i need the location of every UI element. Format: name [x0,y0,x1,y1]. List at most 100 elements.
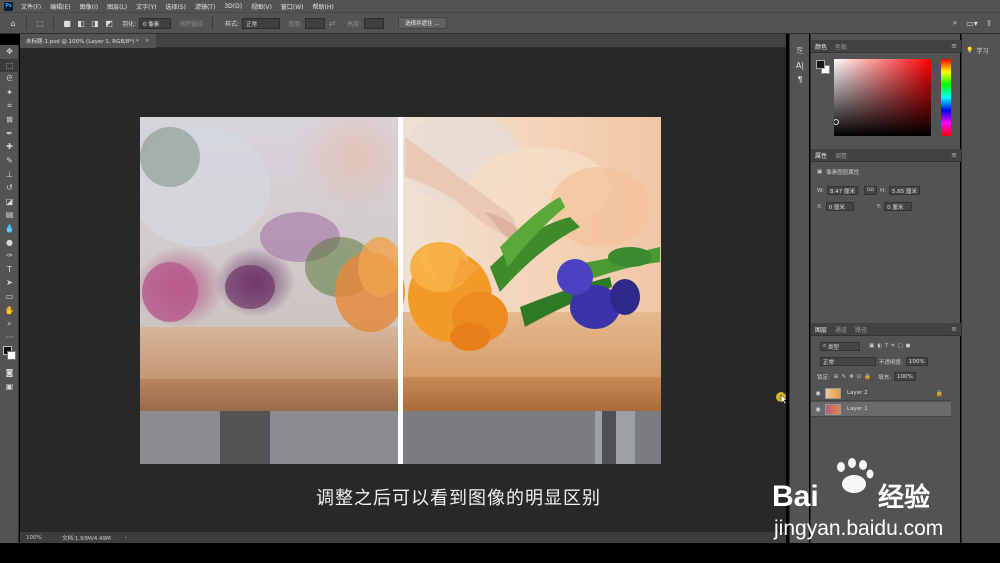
opacity-field[interactable]: 100% [905,357,928,366]
tab-layers[interactable]: 图层 [815,325,827,334]
swap-icon[interactable]: ⇄ [327,18,337,28]
blend-mode-select[interactable]: 正常 [820,357,876,366]
gradient-tool-icon[interactable]: ▤ [0,208,19,222]
path-selection-tool-icon[interactable]: ➤ [0,276,19,290]
video-subtitle: 调整之后可以看到图像的明显区别 [316,488,601,509]
color-swatches[interactable] [0,344,19,366]
y-field[interactable]: 0 厘米 [884,202,913,211]
layer-filter-icons[interactable]: ▣◐T⌗▢● [869,343,913,350]
style-select[interactable]: 正常 [242,17,281,29]
select-and-mask-button[interactable]: 选择并遮住 ... [398,17,447,29]
home-icon[interactable]: ⌂ [8,18,18,28]
tab-paths[interactable]: 路径 [855,325,867,334]
photoshop-logo-icon[interactable]: Ps [4,1,13,11]
paragraph-panel-icon[interactable]: ¶ [790,72,810,86]
pen-tool-icon[interactable]: ✑ [0,249,19,263]
document-image[interactable] [140,117,661,464]
clone-stamp-tool-icon[interactable]: ⊥ [0,167,19,181]
history-brush-tool-icon[interactable]: ↺ [0,181,19,195]
rectangle-tool-icon[interactable]: ▭ [0,290,19,304]
zoom-level[interactable]: 100% [26,535,62,541]
layer-row-layer-1[interactable]: ◉ Layer 1 [811,402,951,417]
edit-toolbar-icon[interactable]: ··· [0,330,19,344]
fill-field[interactable]: 100% [894,372,916,381]
history-panel-icon[interactable]: ⎘ [790,44,810,58]
brush-tool-icon[interactable]: ✎ [0,154,19,168]
tab-channels[interactable]: 通道 [835,325,847,334]
blur-tool-icon[interactable]: 💧 [0,222,19,236]
layer-row-layer-2[interactable]: ◉ Layer 2 🔒 [811,386,951,401]
share-icon[interactable]: ⇪ [984,18,994,28]
menu-image[interactable]: 图像(I) [80,2,98,11]
add-selection-icon[interactable]: ◧ [76,18,86,28]
tab-adjustments[interactable]: 调整 [835,151,847,160]
pixel-layer-properties-title: ▣ 像素图层属性 [817,169,860,176]
new-selection-icon[interactable]: ■ [62,18,72,28]
character-panel-icon[interactable]: A| [790,58,810,72]
hue-slider[interactable] [941,59,951,136]
tab-swatches[interactable]: 色板 [835,42,847,51]
subtract-selection-icon[interactable]: ◨ [90,18,100,28]
baidu-jingyan-watermark: Bai 经验 jingyan.baidu.com [772,458,943,540]
menu-3d[interactable]: 3D(D) [224,3,242,10]
workspace-icon[interactable]: ▭▾ [964,18,980,28]
dodge-tool-icon[interactable]: ● [0,235,19,249]
x-field[interactable]: 0 厘米 [825,202,854,211]
split-divider-line [398,117,403,464]
document-tab[interactable]: 未标题-1.psd @ 100% (Layer 1, RGB/8*) * × [20,34,156,48]
baidu-paw-logo-icon [837,458,874,493]
menu-file[interactable]: 文件(F) [21,2,41,11]
rectangular-marquee-tool-icon[interactable]: ⬚ [0,58,19,73]
magic-wand-tool-icon[interactable]: ✦ [0,86,19,100]
panel-menu-icon[interactable]: ≡ [951,151,957,159]
layer-filter-row: ⌕ 类型 ▣◐T⌗▢● [817,342,913,351]
status-bar: 100% 文档:1.93M/4.49M › [20,531,786,543]
menu-filter[interactable]: 滤镜(T) [195,2,215,11]
color-picker-field[interactable] [834,59,931,136]
menu-edit[interactable]: 编辑(E) [50,2,70,11]
panel-menu-icon[interactable]: ≡ [951,325,957,333]
search-icon: ⌕ [823,343,827,349]
menu-view[interactable]: 视图(V) [251,2,272,11]
background-color-swatch[interactable] [7,351,16,361]
learn-tab[interactable]: 💡 学习 [966,46,989,55]
intersect-selection-icon[interactable]: ◩ [104,18,114,28]
height-input[interactable] [364,17,385,29]
lasso-tool-icon[interactable]: ᘓ [0,72,19,86]
menu-window[interactable]: 窗口(W) [281,2,304,11]
visibility-eye-icon[interactable]: ◉ [811,406,825,413]
lock-icons[interactable]: ⊞✎✥⊡🔒 [834,374,874,380]
foreground-color-swatch[interactable] [816,60,825,69]
marquee-preset-icon[interactable]: ⬚ [35,18,45,28]
close-icon[interactable]: × [145,38,150,44]
layer-filter-select[interactable]: ⌕ 类型 [820,342,860,351]
antialias-checkbox[interactable]: 消除锯齿 [179,19,203,28]
tab-properties[interactable]: 属性 [815,151,827,160]
status-menu-arrow-icon[interactable]: › [125,535,127,541]
menu-layer[interactable]: 图层(L) [107,2,127,11]
frame-tool-icon[interactable]: ⊠ [0,113,19,127]
zoom-tool-icon[interactable]: ⌕ [0,317,19,331]
menu-select[interactable]: 选择(S) [165,2,186,11]
width-field[interactable]: 8.47 厘米 [826,186,858,195]
feather-input[interactable]: 0 像素 [139,17,172,29]
eyedropper-tool-icon[interactable]: ✒ [0,127,19,141]
document-size: 文档:1.93M/4.49M [62,535,111,542]
screen-mode-icon[interactable]: ▣ [0,380,19,394]
visibility-eye-icon[interactable]: ◉ [811,390,825,397]
hand-tool-icon[interactable]: ✋ [0,303,19,317]
link-dimensions-icon[interactable]: GO [863,186,878,195]
quick-mask-icon[interactable]: ◙ [0,366,19,380]
type-tool-icon[interactable]: T [0,263,19,277]
eraser-tool-icon[interactable]: ◪ [0,195,19,209]
width-input[interactable] [305,17,326,29]
menu-help[interactable]: 帮助(H) [313,2,334,11]
healing-brush-tool-icon[interactable]: ✚ [0,140,19,154]
tab-color[interactable]: 颜色 [815,42,827,51]
search-icon[interactable]: ⌕ [950,18,960,28]
crop-tool-icon[interactable]: ⌗ [0,99,19,113]
height-field[interactable]: 5.65 厘米 [889,186,921,195]
menu-type[interactable]: 文字(Y) [136,2,156,11]
move-tool-icon[interactable]: ✥ [0,45,19,59]
panel-menu-icon[interactable]: ≡ [951,42,957,50]
